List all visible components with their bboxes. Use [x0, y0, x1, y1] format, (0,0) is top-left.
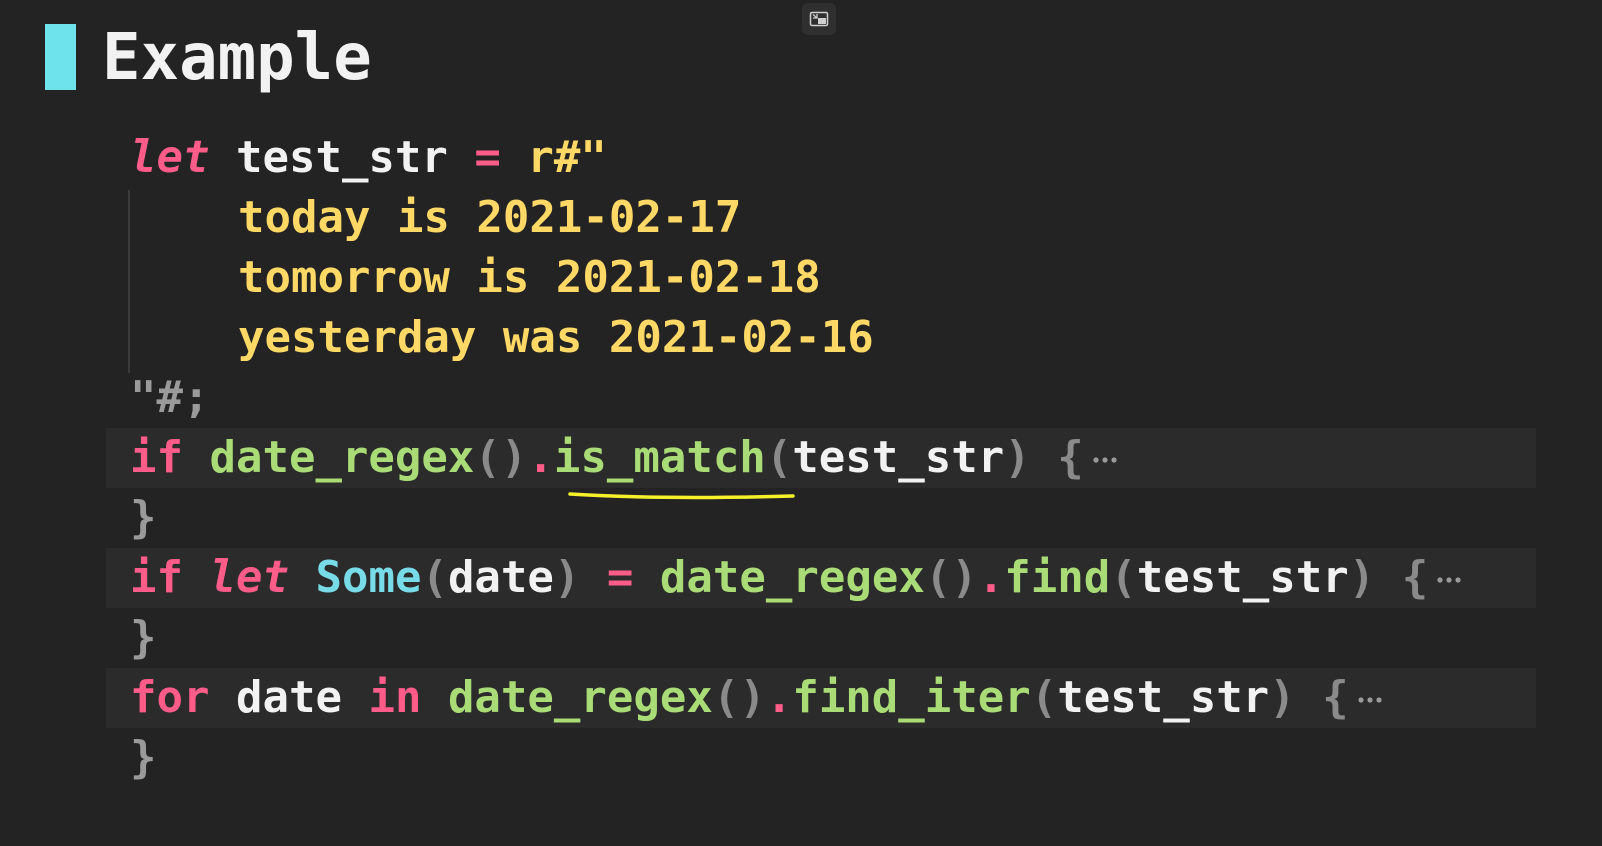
function-call: date_regex — [209, 432, 475, 483]
ellipsis-fold-icon[interactable] — [1092, 454, 1118, 466]
loop-variable: date — [235, 672, 342, 723]
operator-equals: = — [474, 132, 501, 183]
method-name: find_iter — [792, 672, 1031, 723]
identifier: test_str — [235, 132, 448, 183]
function-call: date_regex — [447, 672, 713, 723]
method-name: find — [1004, 552, 1111, 603]
raw-string-end: "#; — [130, 372, 210, 423]
code-line-7: } — [130, 488, 157, 548]
string-content: today is 2021-02-17 — [238, 192, 742, 243]
keyword-let: let — [209, 552, 289, 603]
paren-close: ) — [553, 552, 581, 603]
paren-close: ) — [1004, 432, 1031, 483]
dot: . — [977, 552, 1005, 603]
paren-open: ( — [1110, 552, 1137, 603]
paren-open: ( — [1030, 672, 1058, 723]
paren-close: ) — [1348, 552, 1376, 603]
operator-equals: = — [606, 552, 634, 603]
code-line-3: tomorrow is 2021-02-18 — [238, 248, 821, 308]
argument: test_str — [1136, 552, 1349, 603]
slide: Example let test_str = r#" today is 2021… — [0, 0, 1602, 846]
brace-open: { — [1057, 432, 1084, 483]
code-line-10: for date in date_regex().find_iter(test_… — [130, 668, 1383, 728]
paren-open: ( — [421, 552, 448, 603]
code-line-4: yesterday was 2021-02-16 — [238, 308, 874, 368]
code-line-6: if date_regex().is_match(test_str) { — [130, 428, 1118, 488]
brace-open: { — [1401, 552, 1429, 603]
keyword-if: if — [130, 552, 183, 603]
argument: test_str — [1057, 672, 1270, 723]
dot: . — [527, 432, 554, 483]
brace-open: { — [1322, 672, 1349, 723]
raw-string-start: r#" — [527, 132, 607, 183]
keyword-for: for — [130, 672, 210, 723]
binding: date — [447, 552, 554, 603]
function-call: date_regex — [659, 552, 925, 603]
code-block: let test_str = r#" today is 2021-02-17 t… — [0, 0, 1602, 846]
method-name: is_match — [553, 432, 766, 483]
ellipsis-fold-icon[interactable] — [1436, 574, 1462, 586]
parens: () — [474, 432, 528, 483]
string-content: yesterday was 2021-02-16 — [238, 312, 874, 363]
keyword-let: let — [130, 132, 210, 183]
annotation-underline — [568, 492, 795, 500]
indent-guide — [128, 190, 130, 373]
code-line-1: let test_str = r#" — [130, 128, 607, 188]
code-line-8: if let Some(date) = date_regex().find(te… — [130, 548, 1462, 608]
argument: test_str — [792, 432, 1005, 483]
parens: () — [712, 672, 766, 723]
code-line-5: "#; — [130, 368, 209, 428]
keyword-if: if — [130, 432, 183, 483]
parens: () — [924, 552, 978, 603]
brace-close: } — [130, 492, 157, 543]
brace-close: } — [130, 732, 157, 783]
code-line-9: } — [130, 608, 157, 668]
keyword-in: in — [368, 672, 422, 723]
ellipsis-fold-icon[interactable] — [1357, 694, 1383, 706]
paren-close: ) — [1269, 672, 1296, 723]
brace-close: } — [130, 612, 157, 663]
dot: . — [765, 672, 793, 723]
string-content: tomorrow is 2021-02-18 — [238, 252, 821, 303]
code-line-11: } — [130, 728, 157, 788]
paren-open: ( — [765, 432, 793, 483]
code-line-2: today is 2021-02-17 — [238, 188, 741, 248]
type-name: Some — [315, 552, 422, 603]
